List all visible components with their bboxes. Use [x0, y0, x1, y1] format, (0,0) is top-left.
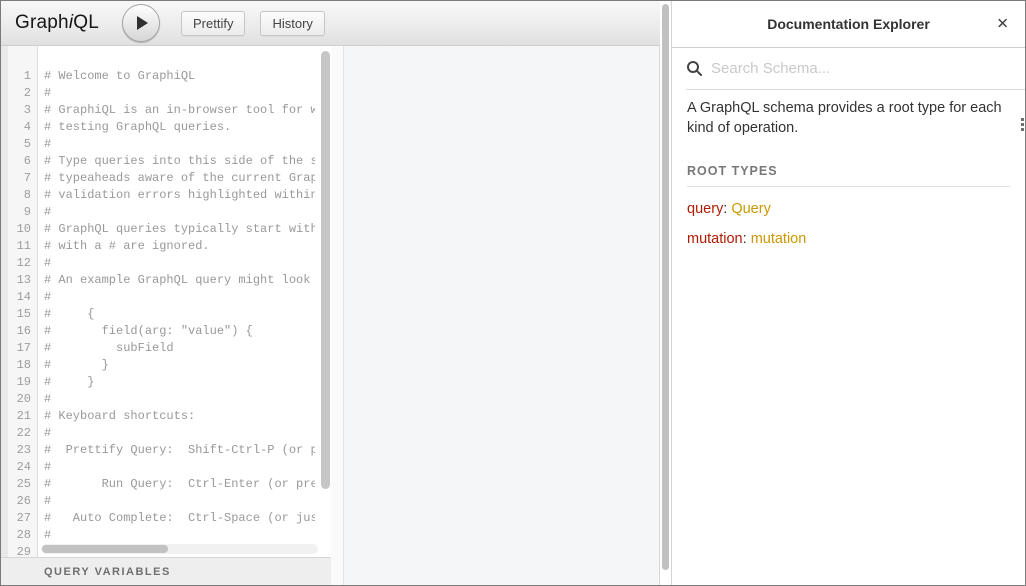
code-line: #: [44, 527, 315, 544]
code-line: #: [44, 493, 315, 510]
line-number: 3: [8, 102, 31, 119]
code-line: #: [44, 425, 315, 442]
code-line: # Run Query: Ctrl-Enter (or press the pl…: [44, 476, 315, 493]
code-line: # Keyboard shortcuts:: [44, 408, 315, 425]
code-line: # field(arg: "value") {: [44, 323, 315, 340]
code-line: #: [44, 391, 315, 408]
query-variables-title[interactable]: QUERY VARIABLES: [1, 557, 331, 585]
root-type-query-row: query: Query: [687, 201, 1010, 217]
search-icon: [686, 60, 703, 77]
line-number: 5: [8, 136, 31, 153]
schema-search-row: [686, 48, 1025, 90]
line-number: 27: [8, 510, 31, 527]
code-line: # An example GraphQL query might look li…: [44, 272, 315, 289]
line-number: 8: [8, 187, 31, 204]
line-number: 26: [8, 493, 31, 510]
query-keyword: query: [687, 201, 723, 217]
page-scrollbar[interactable]: [662, 4, 669, 570]
history-button[interactable]: History: [260, 11, 324, 36]
line-number: 28: [8, 527, 31, 544]
line-number: 2: [8, 85, 31, 102]
line-number: 19: [8, 374, 31, 391]
execute-button[interactable]: [122, 4, 160, 42]
line-number: 1: [8, 68, 31, 85]
search-schema-input[interactable]: [711, 60, 1025, 77]
documentation-explorer: Documentation Explorer ✕ A GraphQL schem…: [671, 1, 1025, 585]
graphiql-app: GraphiQL Prettify History 12345678910111…: [1, 1, 660, 585]
graphiql-window: GraphiQL Prettify History 12345678910111…: [0, 0, 1026, 586]
line-number: 18: [8, 357, 31, 374]
play-icon: [137, 16, 148, 30]
doc-explorer-title: Documentation Explorer: [767, 16, 930, 32]
code-line: #: [44, 459, 315, 476]
line-number: 29: [8, 544, 31, 557]
editor-lines: # Welcome to GraphiQL## GraphiQL is an i…: [38, 46, 315, 557]
code-line: #: [44, 289, 315, 306]
page-scrollbar-track: [660, 1, 671, 585]
doc-explorer-header: Documentation Explorer ✕: [672, 1, 1025, 48]
line-number: 16: [8, 323, 31, 340]
line-number: 20: [8, 391, 31, 408]
schema-description: A GraphQL schema provides a root type fo…: [687, 98, 1010, 138]
line-number: 25: [8, 476, 31, 493]
editor-horizontal-scrollbar-track: [41, 544, 318, 554]
code-line: #: [44, 85, 315, 102]
close-icon[interactable]: ✕: [996, 17, 1009, 32]
code-line: # validation errors highlighted within t…: [44, 187, 315, 204]
line-number: 15: [8, 306, 31, 323]
line-number: 10: [8, 221, 31, 238]
prettify-button[interactable]: Prettify: [181, 11, 245, 36]
workspace: 1234567891011121314151617181920212223242…: [1, 46, 660, 585]
line-number: 12: [8, 255, 31, 272]
code-line: # testing GraphQL queries.: [44, 119, 315, 136]
doc-explorer-content: A GraphQL schema provides a root type fo…: [672, 90, 1025, 585]
code-line: # Prettify Query: Shift-Ctrl-P (or press…: [44, 442, 315, 459]
code-line: # }: [44, 374, 315, 391]
code-line: # GraphQL queries typically start with a…: [44, 221, 315, 238]
mutation-type-link[interactable]: mutation: [751, 231, 807, 247]
root-types-heading: ROOT TYPES: [687, 156, 1010, 187]
graphiql-logo: GraphiQL: [15, 12, 99, 34]
code-line: #: [44, 136, 315, 153]
editor-result-divider[interactable]: [331, 46, 343, 585]
code-line: # typeaheads aware of the current GraphQ…: [44, 170, 315, 187]
line-number: 21: [8, 408, 31, 425]
code-line: # GraphiQL is an in-browser tool for wri…: [44, 102, 315, 119]
editor-gutter: 1234567891011121314151617181920212223242…: [8, 46, 38, 557]
line-number: 13: [8, 272, 31, 289]
result-pane: [343, 46, 660, 585]
code-line: # }: [44, 357, 315, 374]
root-type-mutation-row: mutation: mutation: [687, 231, 1010, 247]
line-number: 7: [8, 170, 31, 187]
code-line: # {: [44, 306, 315, 323]
line-number: 14: [8, 289, 31, 306]
mutation-keyword: mutation: [687, 231, 743, 247]
query-editor-section: 1234567891011121314151617181920212223242…: [1, 46, 331, 585]
code-line: # Auto Complete: Ctrl-Space (or just sta…: [44, 510, 315, 527]
line-number: 22: [8, 425, 31, 442]
toolbar: GraphiQL Prettify History: [1, 1, 660, 46]
line-number: 24: [8, 459, 31, 476]
code-line: #: [44, 255, 315, 272]
separator: :: [743, 231, 751, 247]
query-editor[interactable]: 1234567891011121314151617181920212223242…: [1, 46, 331, 557]
editor-horizontal-scrollbar[interactable]: [42, 545, 168, 553]
line-number: 9: [8, 204, 31, 221]
line-number: 6: [8, 153, 31, 170]
query-type-link[interactable]: Query: [731, 201, 771, 217]
line-number: 17: [8, 340, 31, 357]
line-number: 23: [8, 442, 31, 459]
code-line: # Welcome to GraphiQL: [44, 68, 315, 85]
code-line: # subField: [44, 340, 315, 357]
code-line: # Type queries into this side of the scr…: [44, 153, 315, 170]
code-line: # with a # are ignored.: [44, 238, 315, 255]
line-number: 4: [8, 119, 31, 136]
code-line: #: [44, 204, 315, 221]
doc-panel-scroll-gripper[interactable]: [1021, 118, 1024, 131]
editor-vertical-scrollbar[interactable]: [321, 51, 330, 489]
line-number: 11: [8, 238, 31, 255]
